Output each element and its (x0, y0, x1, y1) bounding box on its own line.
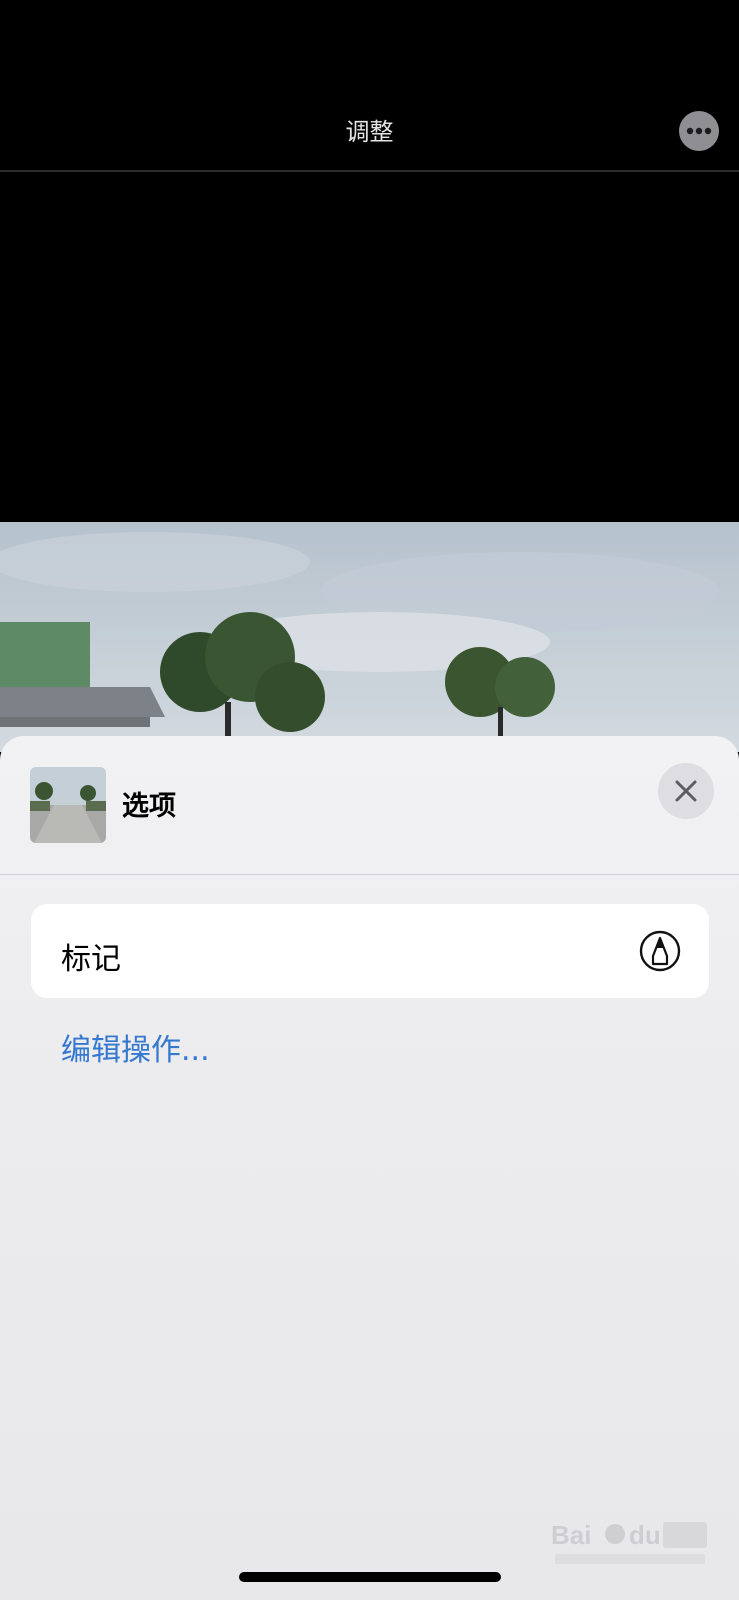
svg-text:du: du (629, 1520, 661, 1550)
ellipsis-icon (686, 127, 712, 135)
sheet-title: 选项 (122, 791, 176, 822)
home-indicator[interactable] (239, 1572, 501, 1582)
photo-preview-area (0, 172, 739, 752)
svg-text:Bai: Bai (551, 1520, 591, 1550)
photo-preview[interactable] (0, 522, 739, 752)
navigation-bar: 调整 (0, 0, 739, 172)
action-markup-label: 标记 (61, 942, 121, 977)
sheet-header: 选项 (0, 736, 739, 875)
markup-pen-icon (639, 930, 681, 972)
edit-actions-link[interactable]: 编辑操作... (61, 1025, 210, 1069)
baidu-jingyan-watermark: Bai du (551, 1514, 711, 1570)
more-button[interactable] (679, 111, 719, 151)
options-sheet: 选项 标记 编辑操作... (0, 736, 739, 1600)
photo-thumbnail (30, 767, 106, 843)
close-icon (675, 780, 697, 802)
page-title: 调整 (345, 118, 394, 146)
close-button[interactable] (658, 763, 714, 819)
action-markup[interactable]: 标记 (31, 904, 709, 998)
